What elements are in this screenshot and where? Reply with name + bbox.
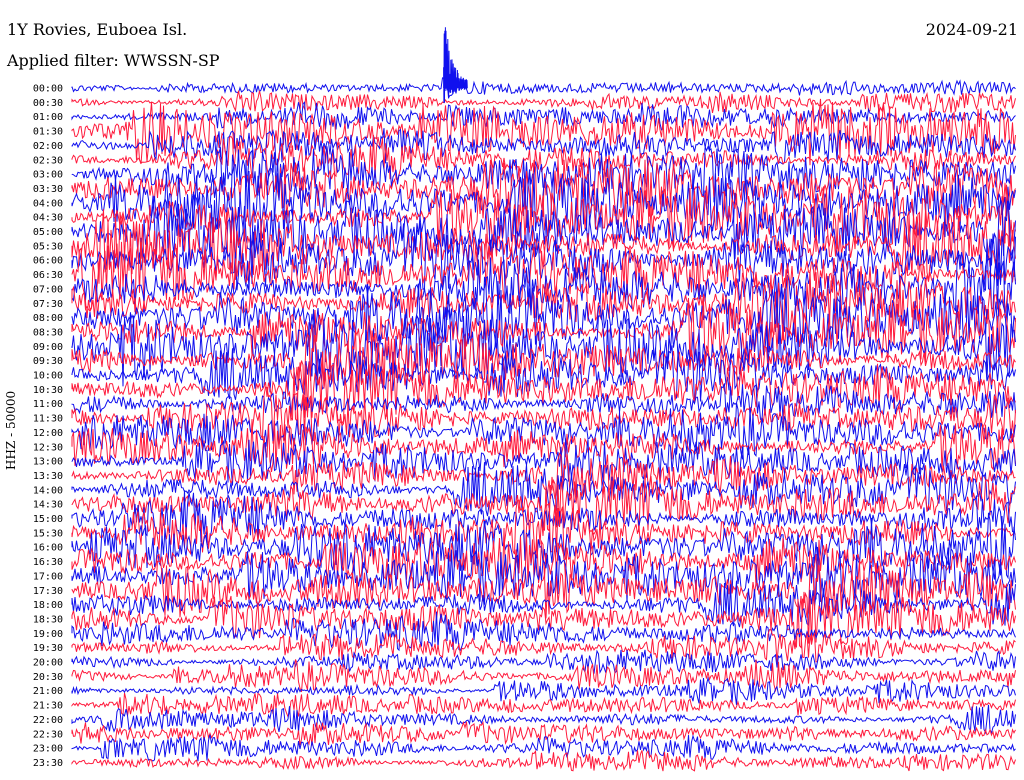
trace-19-30	[71, 629, 1016, 663]
row-time-label: 20:30	[33, 672, 63, 683]
row-time-label: 02:00	[33, 141, 63, 152]
row-time-label: 13:00	[33, 457, 63, 468]
row-time-label: 03:30	[33, 184, 63, 195]
row-time-label: 18:30	[33, 614, 63, 625]
row-time-label: 10:00	[33, 371, 63, 382]
trace-23-30	[71, 749, 1016, 772]
row-time-label: 14:30	[33, 500, 63, 511]
row-time-label: 14:00	[33, 485, 63, 496]
row-time-label: 20:00	[33, 658, 63, 669]
row-time-label: 18:00	[33, 600, 63, 611]
row-time-label: 07:00	[33, 284, 63, 295]
row-time-label: 00:30	[33, 98, 63, 109]
trace-23-00	[71, 734, 1016, 762]
row-time-label: 09:30	[33, 356, 63, 367]
row-time-label: 04:00	[33, 198, 63, 209]
trace-20-00	[71, 649, 1016, 674]
row-time-label: 21:30	[33, 701, 63, 712]
row-time-label: 01:00	[33, 112, 63, 123]
row-time-label: 01:30	[33, 127, 63, 138]
row-time-label: 04:30	[33, 213, 63, 224]
trace-00-00	[71, 77, 1016, 99]
row-time-label: 19:30	[33, 643, 63, 654]
row-time-label: 03:00	[33, 170, 63, 181]
row-time-label: 23:00	[33, 744, 63, 755]
row-time-label: 12:30	[33, 442, 63, 453]
row-time-label: 05:00	[33, 227, 63, 238]
row-time-label: 10:30	[33, 385, 63, 396]
row-time-label: 16:30	[33, 557, 63, 568]
row-time-label: 15:30	[33, 528, 63, 539]
row-time-label: 00:00	[33, 84, 63, 95]
row-time-label: 08:00	[33, 313, 63, 324]
row-time-label: 19:00	[33, 629, 63, 640]
row-time-label: 22:30	[33, 729, 63, 740]
row-time-label: 16:00	[33, 543, 63, 554]
helicorder-plot: 00:00 00:30 01:00 01:30 02:00 02:30 03:00 03:30…	[33, 27, 1016, 772]
trace-group	[71, 27, 1016, 772]
row-time-label: 21:00	[33, 686, 63, 697]
trace-21-30	[71, 692, 1016, 719]
row-time-label: 11:30	[33, 414, 63, 425]
row-time-label: 07:30	[33, 299, 63, 310]
trace-22-00	[71, 704, 1016, 735]
row-time-label: 22:00	[33, 715, 63, 726]
row-time-label: 02:30	[33, 155, 63, 166]
row-time-label: 23:30	[33, 758, 63, 769]
row-time-label: 11:00	[33, 399, 63, 410]
row-time-label: 15:00	[33, 514, 63, 525]
row-time-label: 06:00	[33, 256, 63, 267]
row-time-label: 13:30	[33, 471, 63, 482]
row-time-label: 17:00	[33, 571, 63, 582]
trace-00-30	[71, 90, 1016, 113]
row-time-label: 12:00	[33, 428, 63, 439]
row-time-label: 05:30	[33, 241, 63, 252]
time-label-group: 00:00 00:30 01:00 01:30 02:00 02:30 03:00 03:30…	[33, 84, 63, 769]
row-time-label: 08:30	[33, 327, 63, 338]
row-time-label: 17:30	[33, 586, 63, 597]
row-time-label: 09:00	[33, 342, 63, 353]
row-time-label: 06:30	[33, 270, 63, 281]
